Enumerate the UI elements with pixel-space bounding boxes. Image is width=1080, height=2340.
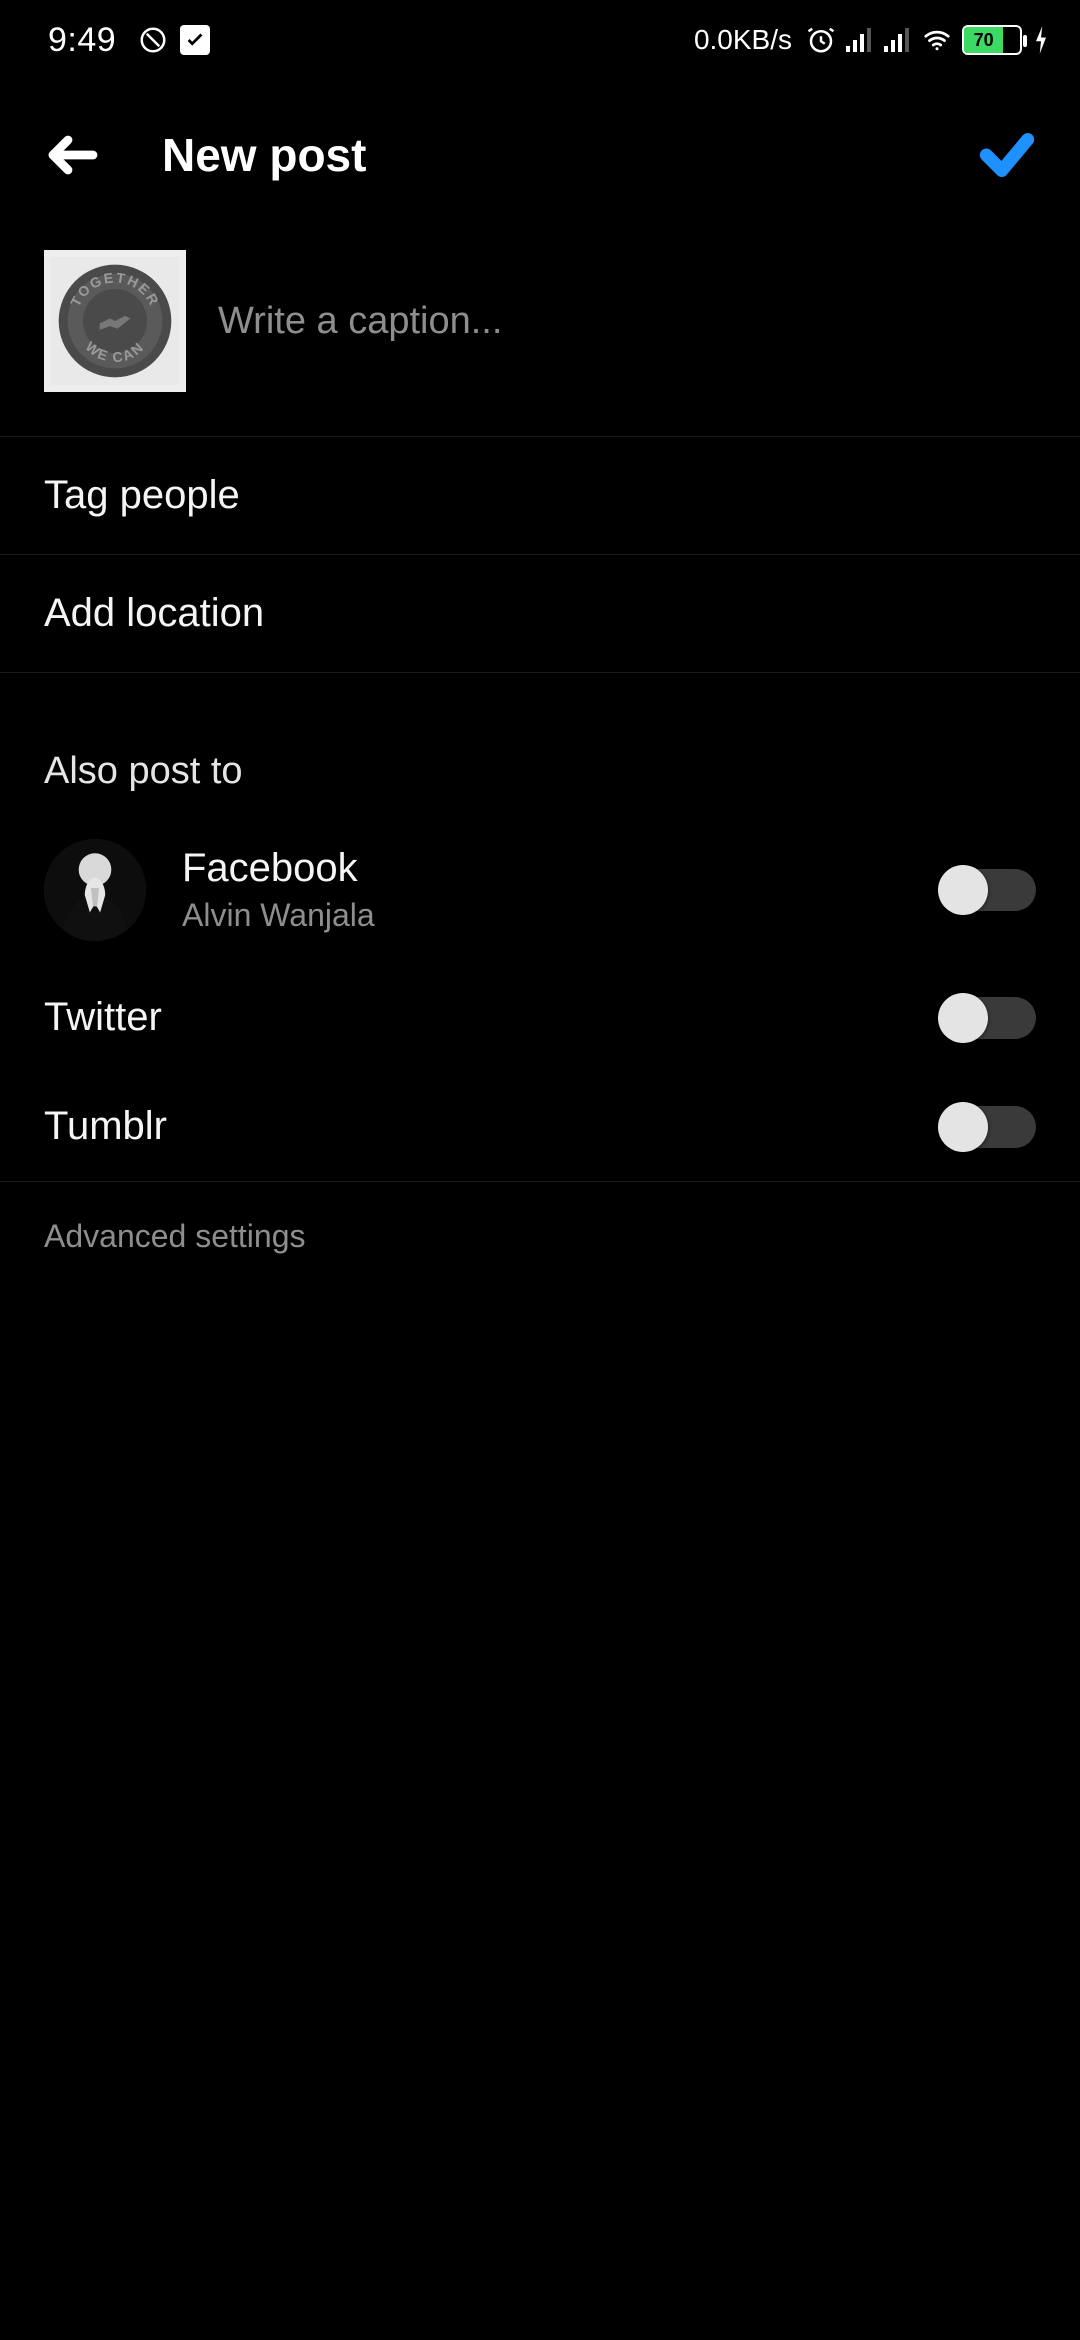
advanced-settings[interactable]: Advanced settings (0, 1182, 1080, 1291)
toggle-knob (938, 865, 988, 915)
status-left: 9:49 (48, 21, 210, 60)
share-row-twitter: Twitter (0, 963, 1080, 1072)
share-subtitle: Alvin Wanjala (182, 897, 940, 934)
back-button[interactable] (34, 116, 112, 194)
post-thumbnail[interactable]: TOGETHER WE CAN (44, 250, 186, 392)
twitter-toggle[interactable] (940, 997, 1036, 1039)
confirm-button[interactable] (968, 116, 1046, 194)
status-bar: 9:49 0.0KB/s 70 (0, 0, 1080, 80)
share-title: Tumblr (44, 1104, 940, 1149)
avatar-image (44, 839, 146, 941)
thumbnail-image: TOGETHER WE CAN (51, 257, 179, 385)
toggle-knob (938, 993, 988, 1043)
wifi-icon (922, 25, 952, 55)
alarm-icon (806, 25, 836, 55)
status-time: 9:49 (48, 21, 116, 60)
caption-input[interactable]: Write a caption... (218, 300, 1036, 343)
caption-row: TOGETHER WE CAN Write a caption... (0, 230, 1080, 436)
share-row-tumblr: Tumblr (0, 1072, 1080, 1182)
share-labels: Twitter (44, 995, 940, 1040)
task-complete-icon (180, 25, 210, 55)
signal-sim1-icon (846, 28, 874, 52)
app-header: New post (0, 80, 1080, 230)
share-labels: Tumblr (44, 1104, 940, 1149)
share-title: Twitter (44, 995, 940, 1040)
facebook-toggle[interactable] (940, 869, 1036, 911)
dnd-icon (138, 25, 168, 55)
signal-sim2-icon (884, 28, 912, 52)
checkmark-icon (976, 124, 1038, 186)
share-section-title: Also post to (0, 702, 1080, 817)
page-title: New post (162, 128, 968, 182)
status-right: 0.0KB/s 70 (694, 24, 1050, 56)
add-location-row[interactable]: Add location (0, 554, 1080, 672)
divider (0, 672, 1080, 702)
facebook-avatar (44, 839, 146, 941)
tag-people-row[interactable]: Tag people (0, 436, 1080, 554)
battery-percent: 70 (974, 30, 994, 51)
share-row-facebook: Facebook Alvin Wanjala (0, 817, 1080, 963)
share-labels: Facebook Alvin Wanjala (182, 846, 940, 934)
tumblr-toggle[interactable] (940, 1106, 1036, 1148)
arrow-left-icon (43, 125, 103, 185)
charging-icon (1032, 25, 1050, 55)
toggle-knob (938, 1102, 988, 1152)
network-speed: 0.0KB/s (694, 24, 792, 56)
battery-icon: 70 (962, 25, 1022, 55)
share-title: Facebook (182, 846, 940, 891)
